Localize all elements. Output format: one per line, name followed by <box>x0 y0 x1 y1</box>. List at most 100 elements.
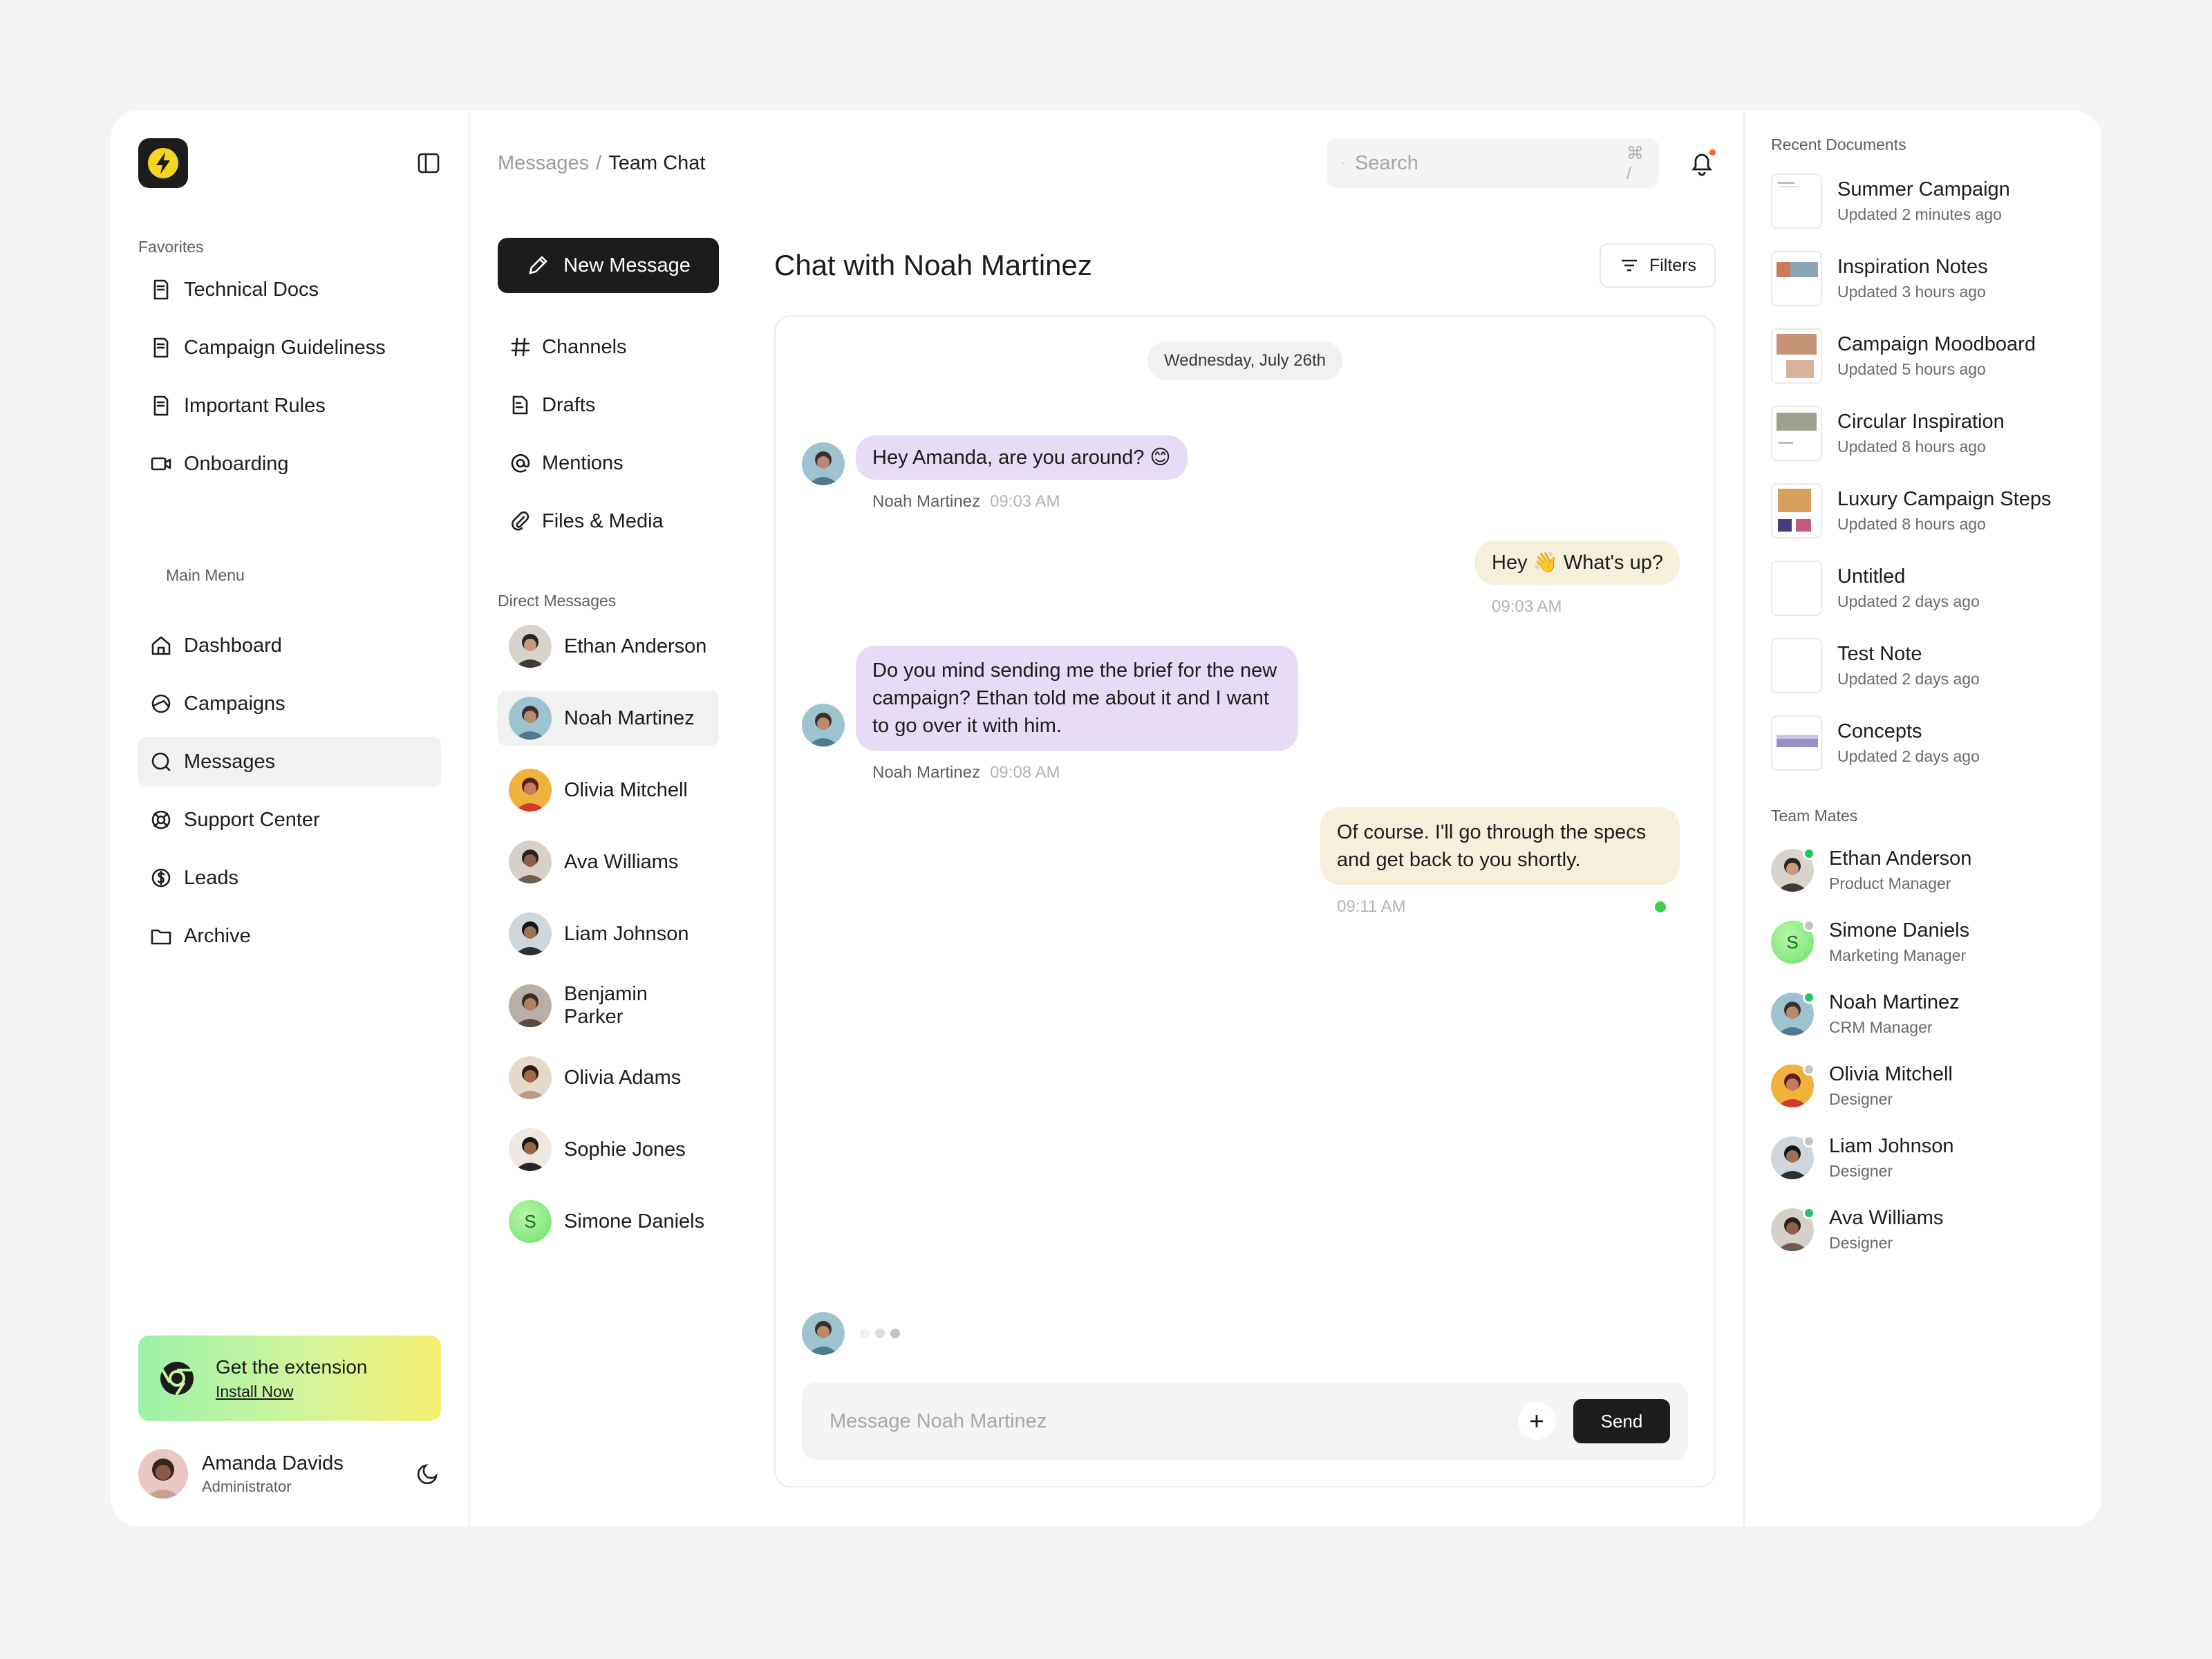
status-offline-dot <box>1803 919 1815 932</box>
dm-name: Olivia Mitchell <box>564 778 688 801</box>
sidebar-item-leads[interactable]: Leads <box>138 853 441 903</box>
app-logo[interactable] <box>138 138 188 188</box>
typing-dot <box>875 1329 885 1338</box>
team-mate-name: Noah Martinez <box>1829 991 1960 1013</box>
sidebar-item-campaigns[interactable]: Campaigns <box>138 679 441 729</box>
send-button[interactable]: Send <box>1573 1399 1670 1443</box>
message-composer: Send <box>802 1382 1688 1460</box>
sidebar-item-label: Dashboard <box>184 634 282 657</box>
sidebar-item-dashboard[interactable]: Dashboard <box>138 621 441 671</box>
message-nav-files-media[interactable]: Files & Media <box>498 492 719 550</box>
message-input[interactable] <box>830 1409 1518 1433</box>
document-item[interactable]: Summer Campaign Updated 2 minutes ago <box>1771 171 2075 232</box>
team-mate-item[interactable]: Ava Williams Designer <box>1771 1201 2075 1258</box>
team-mate-name: Simone Daniels <box>1829 919 1970 941</box>
message-incoming: Hey Amanda, are you around? 😊 Noah Marti… <box>802 435 1188 512</box>
message-nav-label: Drafts <box>542 393 596 416</box>
document-item[interactable]: Circular Inspiration Updated 8 hours ago <box>1771 403 2075 464</box>
dm-item-simone-daniels[interactable]: S Simone Daniels <box>498 1194 719 1249</box>
search-bar[interactable]: ⌘ / <box>1327 138 1659 188</box>
sidebar-item-campaign-guideliness[interactable]: Campaign Guideliness <box>138 323 441 373</box>
team-mate-item[interactable]: Olivia Mitchell Designer <box>1771 1058 2075 1114</box>
breadcrumb-parent[interactable]: Messages <box>498 152 589 175</box>
document-updated: Updated 2 days ago <box>1837 670 1980 688</box>
sidebar-item-archive[interactable]: Archive <box>138 911 441 961</box>
document-icon <box>153 395 169 416</box>
chat-panel: Wednesday, July 26th Hey Amanda, are you… <box>774 315 1716 1488</box>
document-item[interactable]: Concepts Updated 2 days ago <box>1771 713 2075 774</box>
team-mate-item[interactable]: Ethan Anderson Product Manager <box>1771 842 2075 899</box>
dm-item-sophie-jones[interactable]: Sophie Jones <box>498 1122 719 1177</box>
dm-item-ava-williams[interactable]: Ava Williams <box>498 834 719 890</box>
document-updated: Updated 2 days ago <box>1837 747 1980 765</box>
search-icon <box>1342 162 1344 164</box>
message-sender: Noah Martinez <box>872 492 981 511</box>
document-updated: Updated 8 hours ago <box>1837 438 1986 456</box>
team-mate-item[interactable]: Noah Martinez CRM Manager <box>1771 986 2075 1042</box>
avatar <box>509 841 552 883</box>
search-input[interactable] <box>1355 151 1615 175</box>
avatar <box>138 1449 188 1499</box>
recent-documents-label: Recent Documents <box>1771 135 1906 153</box>
dm-item-noah-martinez[interactable]: Noah Martinez <box>498 691 719 746</box>
new-message-button[interactable]: New Message <box>498 238 719 293</box>
message-nav-label: Files & Media <box>542 509 664 532</box>
sidebar-toggle-button[interactable] <box>415 149 442 177</box>
sidebar-item-onboarding[interactable]: Onboarding <box>138 439 441 489</box>
team-mate-name: Liam Johnson <box>1829 1135 1954 1157</box>
team-mate-item[interactable]: S Simone Daniels Marketing Manager <box>1771 914 2075 971</box>
install-now-link[interactable]: Install Now <box>216 1382 367 1401</box>
sidebar-item-label: Important Rules <box>184 394 326 417</box>
dm-item-benjamin-parker[interactable]: Benjamin Parker <box>498 978 719 1033</box>
message-bubble: Do you mind sending me the brief for the… <box>856 646 1298 751</box>
document-item[interactable]: Inspiration Notes Updated 3 hours ago <box>1771 248 2075 309</box>
dm-item-ethan-anderson[interactable]: Ethan Anderson <box>498 619 719 674</box>
message-nav-list: Channels Drafts Mentions Files & Media <box>498 318 719 550</box>
video-icon <box>151 457 171 471</box>
dm-item-olivia-adams[interactable]: Olivia Adams <box>498 1050 719 1105</box>
plus-icon <box>1530 1415 1543 1427</box>
document-updated: Updated 8 hours ago <box>1837 515 1986 533</box>
dm-item-liam-johnson[interactable]: Liam Johnson <box>498 906 719 962</box>
document-item[interactable]: Untitled Updated 2 days ago <box>1771 558 2075 619</box>
team-mate-role: Product Manager <box>1829 874 1951 892</box>
sidebar-item-messages[interactable]: Messages <box>138 737 441 787</box>
document-item[interactable]: Campaign Moodboard Updated 5 hours ago <box>1771 326 2075 386</box>
document-thumbnail <box>1771 406 1822 461</box>
notifications-button[interactable] <box>1688 149 1716 177</box>
document-thumbnail <box>1771 174 1822 229</box>
sidebar-item-label: Leads <box>184 866 239 889</box>
moon-icon[interactable] <box>415 1461 441 1487</box>
user-profile[interactable]: Amanda Davids Administrator <box>138 1447 441 1500</box>
document-title: Summer Campaign <box>1837 178 2010 200</box>
message-nav-channels[interactable]: Channels <box>498 318 719 376</box>
sidebar-item-technical-docs[interactable]: Technical Docs <box>138 265 441 315</box>
team-mate-role: Designer <box>1829 1162 1893 1180</box>
sidebar-item-support-center[interactable]: Support Center <box>138 795 441 845</box>
team-mate-name: Olivia Mitchell <box>1829 1063 1953 1085</box>
document-title: Campaign Moodboard <box>1837 333 2036 355</box>
dm-item-olivia-mitchell[interactable]: Olivia Mitchell <box>498 762 719 818</box>
document-item[interactable]: Luxury Campaign Steps Updated 8 hours ago <box>1771 480 2075 541</box>
filter-icon <box>1621 259 1637 272</box>
typing-dot <box>890 1329 900 1338</box>
direct-messages-list: Ethan Anderson Noah Martinez Olivia Mitche… <box>498 619 719 1249</box>
attach-button[interactable] <box>1518 1403 1555 1440</box>
document-item[interactable]: Test Note Updated 2 days ago <box>1771 635 2075 696</box>
avatar <box>802 1312 845 1355</box>
document-title: Untitled <box>1837 565 1906 588</box>
pencil-icon <box>529 256 547 274</box>
extension-title: Get the extension <box>216 1356 368 1378</box>
message-nav-drafts[interactable]: Drafts <box>498 376 719 434</box>
filters-button[interactable]: Filters <box>1600 243 1716 288</box>
messages-body: New Message Channels Drafts Mentions Files … <box>498 238 1716 1488</box>
message-nav-mentions[interactable]: Mentions <box>498 434 719 492</box>
avatar <box>802 704 845 747</box>
status-online-dot <box>1803 847 1815 860</box>
sidebar-item-important-rules[interactable]: Important Rules <box>138 381 441 431</box>
extension-card: Get the extension Install Now <box>138 1335 441 1421</box>
dm-name: Benjamin Parker <box>564 983 648 1028</box>
avatar: S <box>509 1200 552 1243</box>
dm-name: Ethan Anderson <box>564 635 707 657</box>
team-mate-item[interactable]: Liam Johnson Designer <box>1771 1130 2075 1186</box>
